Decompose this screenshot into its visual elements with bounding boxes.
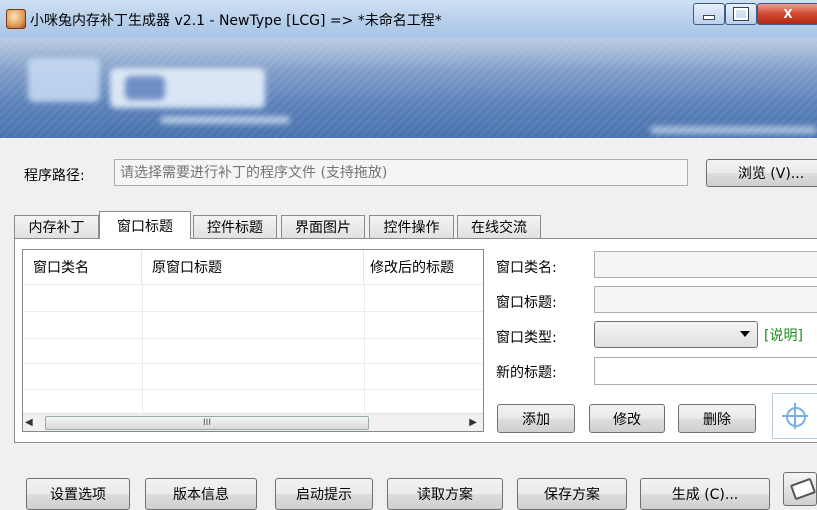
tab-window-title[interactable]: 窗口标题 bbox=[99, 211, 191, 239]
banner-logo-accent bbox=[125, 76, 165, 100]
scroll-thumb[interactable]: III bbox=[45, 416, 369, 430]
column-header-original-title[interactable]: 原窗口标题 bbox=[142, 250, 364, 284]
new-title-label: 新的标题: bbox=[496, 365, 557, 381]
browse-button[interactable]: 浏览 (V)... bbox=[706, 159, 817, 187]
help-link[interactable]: [说明] bbox=[764, 325, 803, 345]
window-title-field[interactable] bbox=[594, 286, 817, 313]
tab-control-title[interactable]: 控件标题 bbox=[193, 215, 277, 238]
horizontal-scrollbar[interactable]: ◀ III ▶ bbox=[23, 413, 483, 431]
class-name-field[interactable] bbox=[594, 251, 817, 278]
window-type-label: 窗口类型: bbox=[496, 330, 557, 346]
maximize-icon bbox=[726, 4, 756, 24]
grid-line bbox=[364, 284, 365, 414]
scroll-right-arrow-icon[interactable]: ▶ bbox=[469, 417, 477, 428]
close-button[interactable]: X bbox=[757, 3, 817, 25]
modify-button[interactable]: 修改 bbox=[589, 404, 665, 433]
grid-line bbox=[142, 284, 143, 414]
new-title-field[interactable] bbox=[594, 357, 817, 385]
banner-logo-mark bbox=[28, 58, 100, 102]
header-banner bbox=[0, 38, 817, 138]
add-button[interactable]: 添加 bbox=[497, 404, 575, 433]
version-info-button[interactable]: 版本信息 bbox=[145, 478, 257, 510]
class-name-label: 窗口类名: bbox=[496, 260, 557, 276]
grid-line bbox=[23, 311, 483, 312]
window-title-label: 窗口标题: bbox=[496, 295, 557, 311]
banner-subtitle bbox=[160, 116, 290, 124]
window-picker-crosshair[interactable] bbox=[772, 393, 817, 439]
load-scheme-button[interactable]: 读取方案 bbox=[387, 478, 503, 510]
program-path-input[interactable] bbox=[114, 159, 688, 186]
grid-line bbox=[23, 284, 483, 285]
crosshair-icon bbox=[782, 403, 808, 429]
window-title-list[interactable]: 窗口类名 原窗口标题 修改后的标题 ◀ III ▶ bbox=[22, 249, 484, 432]
window-type-select[interactable] bbox=[594, 321, 758, 348]
minimize-button[interactable] bbox=[693, 3, 725, 25]
column-header-new-title[interactable]: 修改后的标题 bbox=[364, 250, 483, 284]
tab-memory-patch[interactable]: 内存补丁 bbox=[14, 215, 99, 238]
tab-control-ops[interactable]: 控件操作 bbox=[369, 215, 454, 238]
delete-button[interactable]: 删除 bbox=[678, 404, 756, 433]
column-header-class[interactable]: 窗口类名 bbox=[23, 250, 142, 284]
settings-button[interactable]: 设置选项 bbox=[26, 478, 130, 510]
maximize-button[interactable] bbox=[725, 3, 757, 25]
grid-line bbox=[23, 363, 483, 364]
tab-ui-images[interactable]: 界面图片 bbox=[281, 215, 365, 238]
save-scheme-button[interactable]: 保存方案 bbox=[517, 478, 627, 510]
scroll-left-arrow-icon[interactable]: ◀ bbox=[25, 417, 33, 428]
pencil-icon[interactable] bbox=[783, 472, 817, 506]
banner-credit bbox=[650, 126, 817, 134]
generate-button[interactable]: 生成 (C)... bbox=[640, 478, 770, 510]
path-label: 程序路径: bbox=[24, 168, 85, 184]
tab-online-chat[interactable]: 在线交流 bbox=[457, 215, 541, 238]
grid-line bbox=[23, 389, 483, 390]
window-title: 小咪兔内存补丁生成器 v2.1 - NewType [LCG] => *未命名工… bbox=[30, 13, 442, 29]
close-icon: X bbox=[783, 7, 793, 21]
app-icon bbox=[6, 9, 26, 29]
title-bar[interactable]: 小咪兔内存补丁生成器 v2.1 - NewType [LCG] => *未命名工… bbox=[0, 0, 817, 39]
startup-tip-button[interactable]: 启动提示 bbox=[275, 478, 373, 510]
minimize-icon bbox=[694, 4, 724, 24]
chevron-down-icon bbox=[740, 331, 750, 337]
grid-line bbox=[23, 338, 483, 339]
